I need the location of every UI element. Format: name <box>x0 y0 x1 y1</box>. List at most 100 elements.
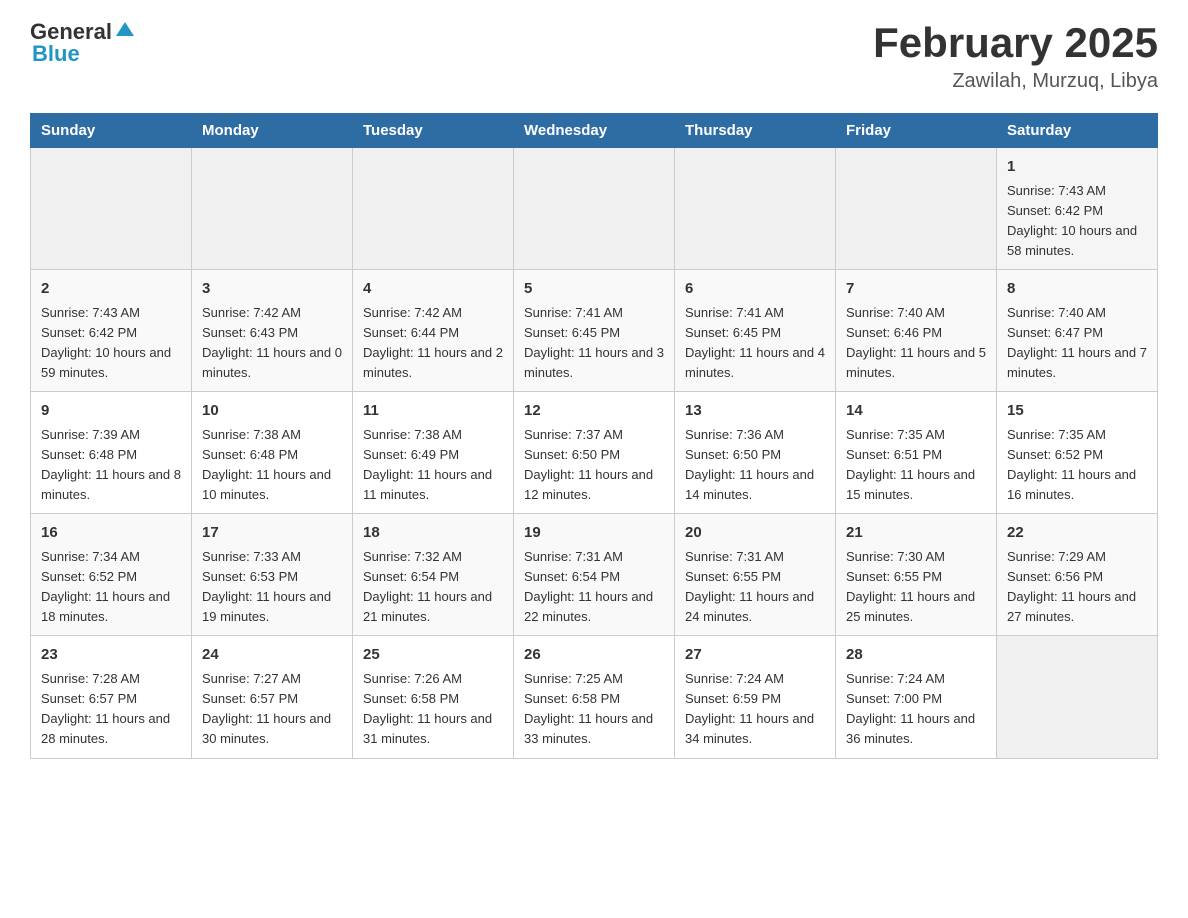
day-info: Sunrise: 7:29 AMSunset: 6:56 PMDaylight:… <box>1007 549 1136 624</box>
day-info: Sunrise: 7:39 AMSunset: 6:48 PMDaylight:… <box>41 427 181 502</box>
day-of-week-header: Saturday <box>997 114 1158 148</box>
calendar-day-cell: 17 Sunrise: 7:33 AMSunset: 6:53 PMDayligh… <box>192 514 353 636</box>
day-info: Sunrise: 7:42 AMSunset: 6:44 PMDaylight:… <box>363 305 503 380</box>
calendar-day-cell: 22 Sunrise: 7:29 AMSunset: 6:56 PMDayligh… <box>997 514 1158 636</box>
calendar-day-cell <box>192 148 353 270</box>
day-of-week-header: Tuesday <box>353 114 514 148</box>
calendar-day-cell: 25 Sunrise: 7:26 AMSunset: 6:58 PMDayligh… <box>353 636 514 758</box>
calendar-day-cell: 4 Sunrise: 7:42 AMSunset: 6:44 PMDaylight… <box>353 270 514 392</box>
day-number: 22 <box>1007 522 1147 545</box>
calendar-day-cell: 24Sunrise: 7:27 AMSunset: 6:57 PMDayligh… <box>192 636 353 758</box>
calendar-week-row: 1 Sunrise: 7:43 AMSunset: 6:42 PMDaylight… <box>31 148 1158 270</box>
calendar-day-cell: 13Sunrise: 7:36 AMSunset: 6:50 PMDayligh… <box>675 392 836 514</box>
day-number: 15 <box>1007 400 1147 423</box>
day-number: 17 <box>202 522 342 545</box>
day-number: 8 <box>1007 278 1147 301</box>
calendar-day-cell: 15 Sunrise: 7:35 AMSunset: 6:52 PMDayligh… <box>997 392 1158 514</box>
page-header: General Blue February 2025 Zawilah, Murz… <box>30 20 1158 93</box>
day-info: Sunrise: 7:24 AMSunset: 7:00 PMDaylight:… <box>846 671 975 746</box>
calendar-day-cell: 7Sunrise: 7:40 AMSunset: 6:46 PMDaylight… <box>836 270 997 392</box>
calendar-day-cell: 3Sunrise: 7:42 AMSunset: 6:43 PMDaylight… <box>192 270 353 392</box>
day-number: 4 <box>363 278 503 301</box>
calendar-day-cell: 20Sunrise: 7:31 AMSunset: 6:55 PMDayligh… <box>675 514 836 636</box>
calendar-day-cell <box>353 148 514 270</box>
day-number: 6 <box>685 278 825 301</box>
calendar-day-cell <box>514 148 675 270</box>
day-number: 5 <box>524 278 664 301</box>
calendar-day-cell: 23 Sunrise: 7:28 AMSunset: 6:57 PMDayligh… <box>31 636 192 758</box>
day-info: Sunrise: 7:33 AMSunset: 6:53 PMDaylight:… <box>202 549 331 624</box>
day-number: 27 <box>685 644 825 667</box>
logo-line1: General <box>30 20 136 43</box>
calendar-day-cell: 26 Sunrise: 7:25 AMSunset: 6:58 PMDayligh… <box>514 636 675 758</box>
day-number: 11 <box>363 400 503 423</box>
calendar-day-cell: 21 Sunrise: 7:30 AMSunset: 6:55 PMDayligh… <box>836 514 997 636</box>
day-info: Sunrise: 7:36 AMSunset: 6:50 PMDaylight:… <box>685 427 814 502</box>
day-info: Sunrise: 7:32 AMSunset: 6:54 PMDaylight:… <box>363 549 492 624</box>
calendar-day-cell <box>997 636 1158 758</box>
day-number: 14 <box>846 400 986 423</box>
day-number: 7 <box>846 278 986 301</box>
day-info: Sunrise: 7:28 AMSunset: 6:57 PMDaylight:… <box>41 671 170 746</box>
calendar-week-row: 2 Sunrise: 7:43 AMSunset: 6:42 PMDaylight… <box>31 270 1158 392</box>
day-info: Sunrise: 7:35 AMSunset: 6:51 PMDaylight:… <box>846 427 975 502</box>
day-number: 26 <box>524 644 664 667</box>
calendar-day-cell <box>675 148 836 270</box>
calendar-week-row: 23 Sunrise: 7:28 AMSunset: 6:57 PMDayligh… <box>31 636 1158 758</box>
calendar-day-cell: 28 Sunrise: 7:24 AMSunset: 7:00 PMDayligh… <box>836 636 997 758</box>
day-info: Sunrise: 7:34 AMSunset: 6:52 PMDaylight:… <box>41 549 170 624</box>
day-number: 9 <box>41 400 181 423</box>
day-of-week-header: Wednesday <box>514 114 675 148</box>
title-section: February 2025 Zawilah, Murzuq, Libya <box>873 20 1158 93</box>
day-info: Sunrise: 7:41 AMSunset: 6:45 PMDaylight:… <box>524 305 664 380</box>
day-number: 10 <box>202 400 342 423</box>
day-info: Sunrise: 7:37 AMSunset: 6:50 PMDaylight:… <box>524 427 653 502</box>
month-title: February 2025 <box>873 20 1158 66</box>
calendar-day-cell: 1 Sunrise: 7:43 AMSunset: 6:42 PMDaylight… <box>997 148 1158 270</box>
day-number: 18 <box>363 522 503 545</box>
day-number: 3 <box>202 278 342 301</box>
calendar-day-cell: 9 Sunrise: 7:39 AMSunset: 6:48 PMDaylight… <box>31 392 192 514</box>
calendar-header-row: SundayMondayTuesdayWednesdayThursdayFrid… <box>31 114 1158 148</box>
day-number: 21 <box>846 522 986 545</box>
day-info: Sunrise: 7:38 AMSunset: 6:48 PMDaylight:… <box>202 427 331 502</box>
location-text: Zawilah, Murzuq, Libya <box>873 70 1158 93</box>
day-info: Sunrise: 7:26 AMSunset: 6:58 PMDaylight:… <box>363 671 492 746</box>
day-number: 12 <box>524 400 664 423</box>
calendar-day-cell: 16 Sunrise: 7:34 AMSunset: 6:52 PMDayligh… <box>31 514 192 636</box>
calendar-day-cell: 5 Sunrise: 7:41 AMSunset: 6:45 PMDaylight… <box>514 270 675 392</box>
day-number: 1 <box>1007 156 1147 179</box>
logo-general-text: General <box>30 21 112 43</box>
calendar-day-cell: 18 Sunrise: 7:32 AMSunset: 6:54 PMDayligh… <box>353 514 514 636</box>
day-info: Sunrise: 7:35 AMSunset: 6:52 PMDaylight:… <box>1007 427 1136 502</box>
calendar-day-cell: 8 Sunrise: 7:40 AMSunset: 6:47 PMDaylight… <box>997 270 1158 392</box>
calendar-week-row: 9 Sunrise: 7:39 AMSunset: 6:48 PMDaylight… <box>31 392 1158 514</box>
day-info: Sunrise: 7:40 AMSunset: 6:47 PMDaylight:… <box>1007 305 1147 380</box>
calendar-day-cell: 11 Sunrise: 7:38 AMSunset: 6:49 PMDayligh… <box>353 392 514 514</box>
day-info: Sunrise: 7:38 AMSunset: 6:49 PMDaylight:… <box>363 427 492 502</box>
day-info: Sunrise: 7:43 AMSunset: 6:42 PMDaylight:… <box>41 305 171 380</box>
day-of-week-header: Thursday <box>675 114 836 148</box>
day-number: 2 <box>41 278 181 301</box>
day-number: 25 <box>363 644 503 667</box>
calendar-day-cell: 2 Sunrise: 7:43 AMSunset: 6:42 PMDaylight… <box>31 270 192 392</box>
logo-triangle-icon <box>114 20 136 38</box>
day-info: Sunrise: 7:43 AMSunset: 6:42 PMDaylight:… <box>1007 183 1137 258</box>
day-info: Sunrise: 7:27 AMSunset: 6:57 PMDaylight:… <box>202 671 331 746</box>
calendar-day-cell <box>836 148 997 270</box>
day-info: Sunrise: 7:25 AMSunset: 6:58 PMDaylight:… <box>524 671 653 746</box>
calendar-day-cell: 14 Sunrise: 7:35 AMSunset: 6:51 PMDayligh… <box>836 392 997 514</box>
day-info: Sunrise: 7:41 AMSunset: 6:45 PMDaylight:… <box>685 305 825 380</box>
day-number: 28 <box>846 644 986 667</box>
calendar-day-cell: 12 Sunrise: 7:37 AMSunset: 6:50 PMDayligh… <box>514 392 675 514</box>
day-number: 20 <box>685 522 825 545</box>
logo: General Blue <box>30 20 136 65</box>
day-of-week-header: Monday <box>192 114 353 148</box>
day-number: 16 <box>41 522 181 545</box>
day-info: Sunrise: 7:30 AMSunset: 6:55 PMDaylight:… <box>846 549 975 624</box>
calendar-day-cell: 10 Sunrise: 7:38 AMSunset: 6:48 PMDayligh… <box>192 392 353 514</box>
day-number: 23 <box>41 644 181 667</box>
day-of-week-header: Friday <box>836 114 997 148</box>
calendar-day-cell: 27Sunrise: 7:24 AMSunset: 6:59 PMDayligh… <box>675 636 836 758</box>
day-number: 19 <box>524 522 664 545</box>
